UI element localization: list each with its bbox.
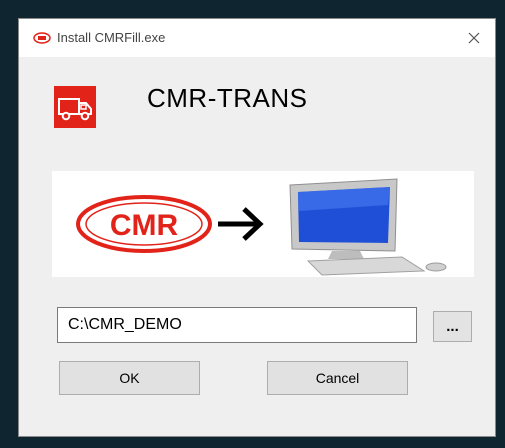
cmr-logo: CMR bbox=[76, 195, 212, 253]
window-title: Install CMRFill.exe bbox=[57, 30, 166, 45]
arrow-right-icon bbox=[218, 207, 264, 241]
cmr-small-logo-icon bbox=[33, 32, 51, 44]
title-bar: Install CMRFill.exe bbox=[19, 19, 495, 57]
cmr-logo-text: CMR bbox=[110, 209, 179, 242]
install-banner: CMR bbox=[52, 171, 474, 277]
cancel-button[interactable]: Cancel bbox=[267, 361, 408, 395]
close-icon[interactable] bbox=[461, 25, 487, 51]
install-path-input[interactable] bbox=[57, 307, 417, 343]
desktop-computer-icon bbox=[289, 178, 447, 276]
product-title: CMR-TRANS bbox=[147, 83, 308, 113]
install-dialog: Install CMRFill.exe CMR-TRANS CMR C:\CMR… bbox=[18, 18, 496, 437]
ok-button[interactable]: OK bbox=[59, 361, 200, 395]
browse-button[interactable]: ... bbox=[433, 311, 472, 342]
delivery-truck-icon bbox=[54, 86, 96, 128]
